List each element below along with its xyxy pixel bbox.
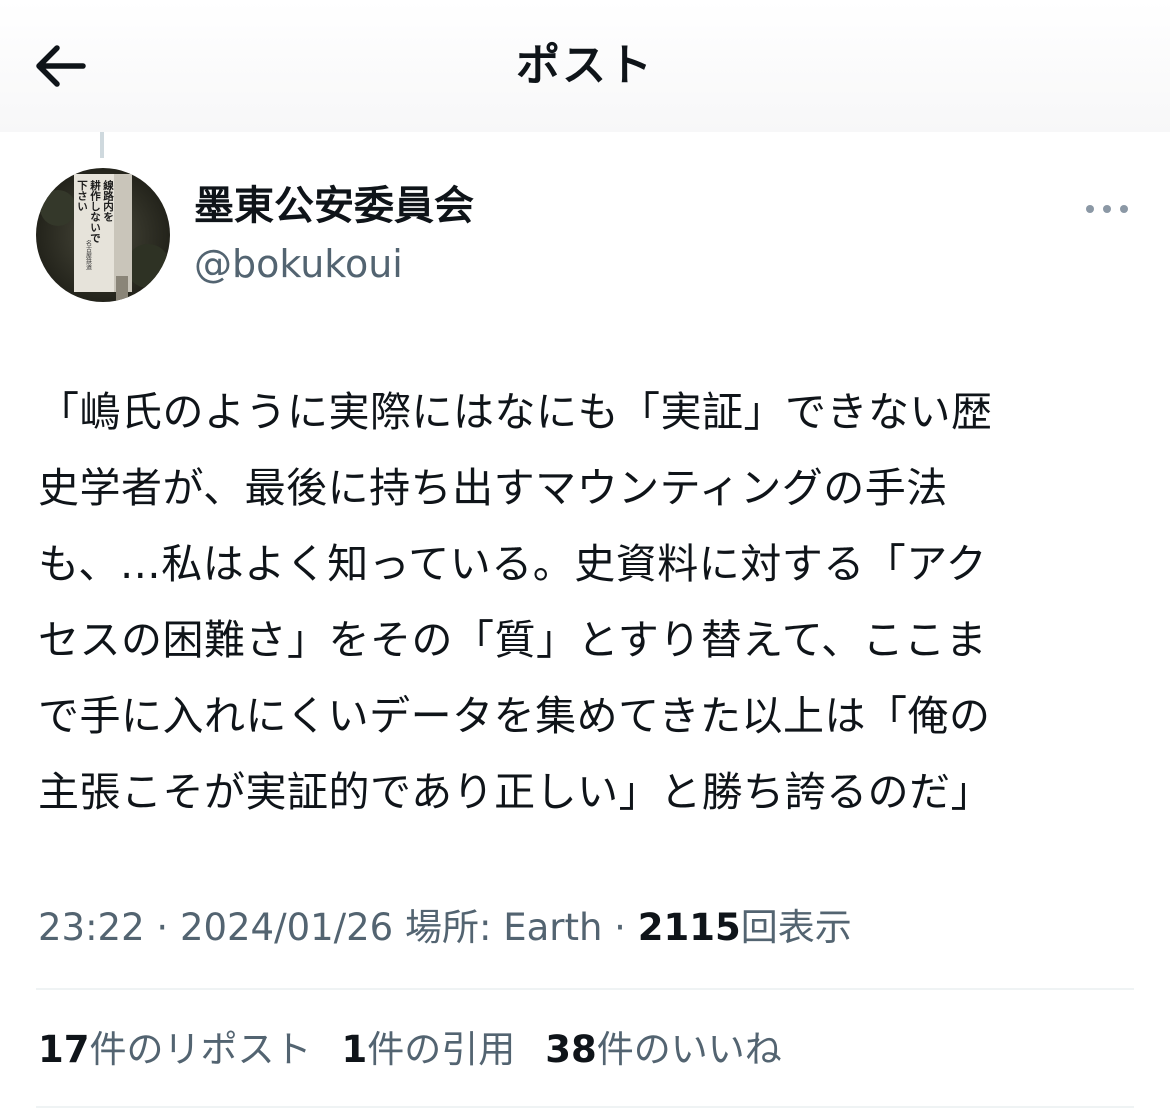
tweet-time[interactable]: 23:22 <box>38 906 145 949</box>
views-label: 回表示 <box>740 906 852 949</box>
avatar[interactable]: 線路内を 耕作しないで 下さい 名古屋鉄道 <box>36 168 170 302</box>
tweet-text: 「嶋氏のように実際にはなにも「実証」できない歴 史学者が、最後に持ち出すマウンテ… <box>38 388 993 816</box>
tweet-meta: 23:22 · 2024/01/26 場所: Earth · 2115回表示 <box>38 900 852 956</box>
engagement-stats: 17件のリポスト 1件の引用 38件のいいね <box>38 1022 812 1078</box>
meta-separator: · <box>144 906 180 949</box>
avatar-sign-footer: 名古屋鉄道 <box>85 239 92 271</box>
svg-text:耕作しないで: 耕作しないで <box>89 179 101 244</box>
svg-text:線路内を: 線路内を <box>102 179 114 222</box>
divider <box>36 988 1134 990</box>
views-count: 2115 <box>637 906 741 949</box>
meta-separator: · <box>602 906 638 949</box>
likes-stat[interactable]: 38件のいいね <box>545 1022 782 1078</box>
more-options-button[interactable] <box>1082 194 1132 224</box>
thread-connector-line <box>100 132 104 158</box>
tweet-date[interactable]: 2024/01/26 <box>180 906 393 949</box>
tweet-location: 場所: Earth <box>404 906 603 949</box>
author-handle[interactable]: @bokukoui <box>194 240 403 288</box>
page-title: ポスト <box>516 40 654 91</box>
reposts-stat[interactable]: 17件のリポスト <box>38 1022 312 1078</box>
top-bar: ポスト <box>0 0 1170 132</box>
divider <box>36 1106 1134 1108</box>
quotes-stat[interactable]: 1件の引用 <box>342 1022 516 1078</box>
more-horizontal-icon <box>1086 205 1128 213</box>
svg-text:下さい: 下さい <box>76 180 88 212</box>
author-display-name[interactable]: 墨東公安委員会 <box>194 180 474 232</box>
avatar-image: 線路内を 耕作しないで 下さい 名古屋鉄道 <box>36 168 170 302</box>
